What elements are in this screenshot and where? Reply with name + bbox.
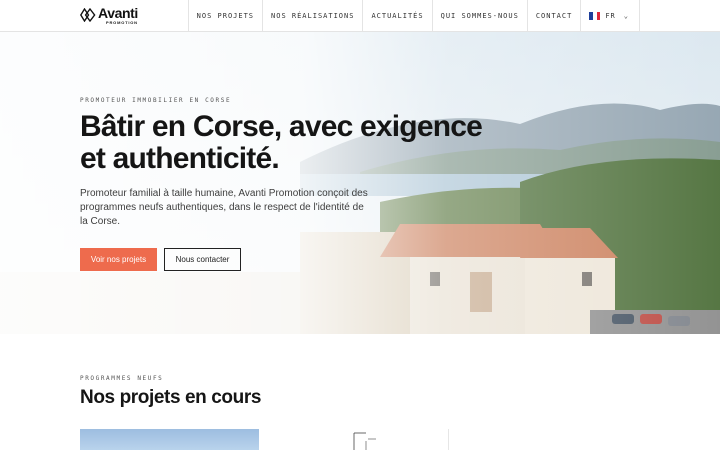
nav-item-projets[interactable]: NOS PROJETS	[187, 0, 262, 32]
language-label: FR	[605, 12, 616, 20]
nav-item-qui-sommes-nous[interactable]: QUI SOMMES-NOUS	[431, 0, 527, 32]
nav-item-contact[interactable]: CONTACT	[526, 0, 581, 32]
hero-description: Promoteur familial à taille humaine, Ava…	[80, 188, 368, 227]
site-header: Avanti PROMOTION NOS PROJETS NOS RÉALISA…	[0, 0, 720, 32]
nav-item-realisations[interactable]: NOS RÉALISATIONS	[262, 0, 362, 32]
nav-item-actualites[interactable]: ACTUALITÉS	[362, 0, 431, 32]
logo-name: Avanti	[98, 5, 138, 21]
projects-title: Nos projets en cours	[80, 387, 261, 408]
french-flag-icon	[589, 12, 601, 20]
hero-eyebrow: PROMOTEUR IMMOBILIER EN CORSE	[80, 97, 232, 104]
main-nav: NOS PROJETS NOS RÉALISATIONS ACTUALITÉS …	[187, 0, 640, 32]
plan-drawing-image	[353, 432, 376, 450]
logo[interactable]: Avanti PROMOTION	[80, 6, 138, 26]
hero-title: Bâtir en Corse, avec exigence et authent…	[80, 110, 483, 175]
chevron-down-icon: ⌄	[623, 12, 629, 20]
language-selector[interactable]: FR ⌄	[580, 0, 640, 32]
project-card-image[interactable]	[80, 429, 259, 450]
project-card-plan[interactable]	[270, 429, 449, 450]
logo-subtitle: PROMOTION	[106, 20, 138, 25]
view-projects-button[interactable]: Voir nos projets	[80, 248, 157, 271]
contact-us-button[interactable]: Nous contacter	[164, 248, 241, 271]
logo-diamond-icon	[80, 8, 96, 22]
hero-section: PROMOTEUR IMMOBILIER EN CORSE Bâtir en C…	[0, 32, 720, 334]
projects-eyebrow: PROGRAMMES NEUFS	[80, 375, 164, 382]
